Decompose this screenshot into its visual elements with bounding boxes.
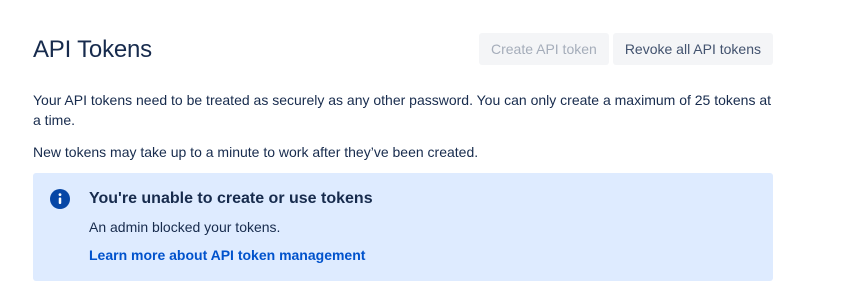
banner-body: An admin blocked your tokens. <box>89 219 281 235</box>
banner-title: You're unable to create or use tokens <box>89 190 373 207</box>
info-icon <box>50 189 70 209</box>
learn-more-link[interactable]: Learn more about API token management <box>89 245 365 265</box>
description-text: Your API tokens need to be treated as se… <box>33 92 772 128</box>
revoke-all-api-tokens-button[interactable]: Revoke all API tokens <box>612 33 773 65</box>
api-tokens-page: API Tokens Create API token Revoke all A… <box>0 0 852 295</box>
page-header: API Tokens Create API token Revoke all A… <box>33 33 773 67</box>
header-actions: Create API token Revoke all API tokens <box>478 33 773 65</box>
page-title: API Tokens <box>33 36 152 63</box>
info-banner: You're unable to create or use tokens An… <box>33 173 773 281</box>
note-text: New tokens may take up to a minute to wo… <box>33 144 479 160</box>
create-api-token-button[interactable]: Create API token <box>478 33 609 65</box>
